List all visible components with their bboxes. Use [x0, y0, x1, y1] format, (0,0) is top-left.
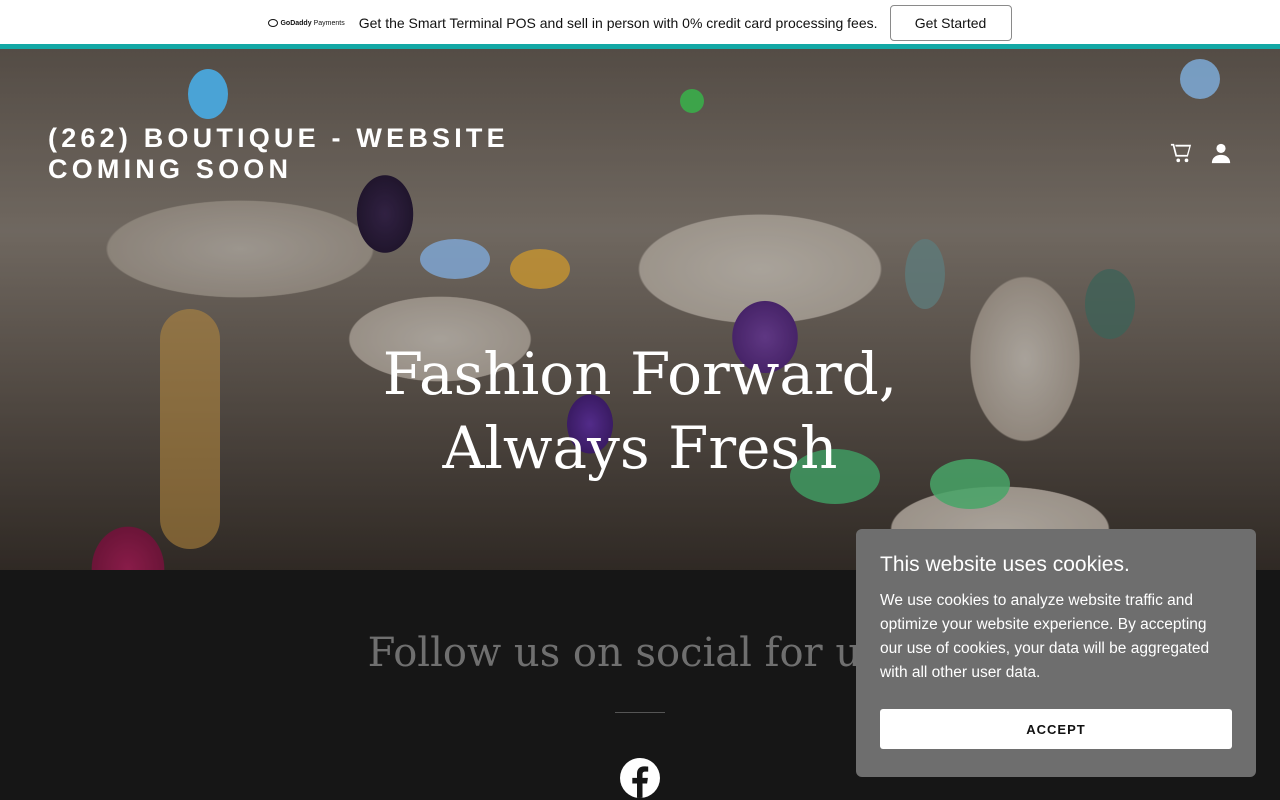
get-started-button[interactable]: Get Started	[889, 5, 1012, 41]
hero-banner: (262) BOUTIQUE - WEBSITE COMING SOON Fas…	[0, 49, 1280, 570]
godaddy-payments-logo: GoDaddy Payments	[268, 19, 345, 27]
promo-bar: GoDaddy Payments Get the Smart Terminal …	[0, 0, 1280, 46]
promo-logo-brand: GoDaddy	[280, 19, 312, 27]
cookie-title: This website uses cookies.	[880, 553, 1130, 576]
accept-cookies-button[interactable]: ACCEPT	[880, 709, 1232, 749]
hero-headline: Fashion Forward, Always Fresh	[382, 340, 898, 482]
cart-icon[interactable]	[1170, 142, 1192, 164]
header-nav-icons	[1170, 142, 1232, 164]
facebook-icon[interactable]	[620, 758, 660, 798]
godaddy-logo-icon	[268, 19, 279, 27]
promo-logo-product: Payments	[313, 19, 345, 27]
account-icon[interactable]	[1210, 142, 1232, 164]
cookie-consent-dialog: This website uses cookies. We use cookie…	[856, 529, 1256, 777]
section-divider	[615, 712, 665, 713]
promo-message: Get the Smart Terminal POS and sell in p…	[358, 15, 878, 31]
site-title[interactable]: (262) BOUTIQUE - WEBSITE COMING SOON	[48, 123, 518, 185]
cookie-message: We use cookies to analyze website traffi…	[880, 592, 1210, 681]
